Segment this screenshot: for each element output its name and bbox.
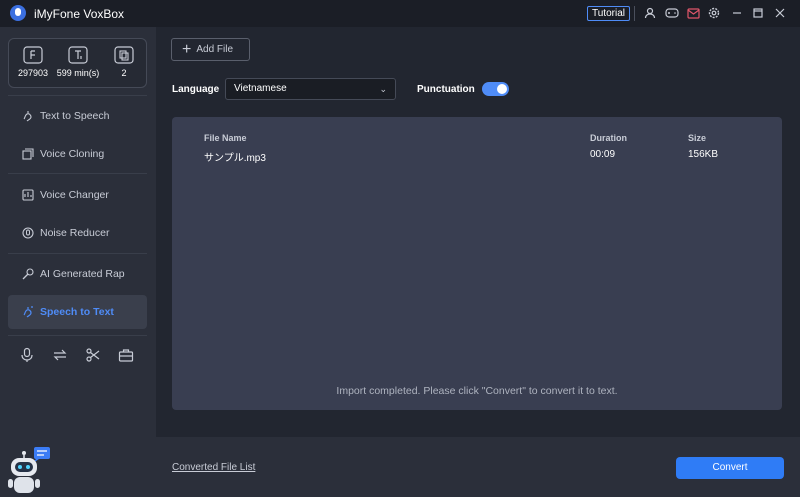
sidebar-divider [8, 253, 147, 254]
chevron-down-icon: ⌄ [379, 84, 387, 94]
text-to-speech-icon [23, 111, 32, 122]
close-icon[interactable] [772, 5, 788, 21]
file-size-cell: 156KB [688, 149, 719, 160]
punctuation-toggle[interactable] [482, 82, 509, 96]
stat-minutes: 599 min(s) [55, 46, 101, 78]
title-bar: iMyFone VoxBox Tutorial [0, 0, 800, 27]
ai-rap-icon [22, 268, 34, 280]
gamepad-icon[interactable] [664, 5, 680, 21]
stat-characters: 297903 [10, 46, 56, 78]
sidebar-item-noise-reducer[interactable]: Noise Reducer [8, 216, 147, 250]
converted-file-list-link[interactable]: Converted File List [172, 462, 255, 473]
file-duration-cell: 00:09 [590, 149, 616, 160]
language-select[interactable]: Vietnamese ⌄ [225, 78, 396, 100]
sidebar-item-label: Speech to Text [40, 306, 114, 318]
files-icon [114, 46, 134, 64]
app-title: iMyFone VoxBox [34, 7, 125, 21]
column-header-duration: Duration [590, 133, 627, 143]
speech-to-text-icon [23, 306, 33, 318]
punctuation-label: Punctuation [417, 84, 475, 95]
column-header-size: Size [688, 133, 707, 143]
mail-icon[interactable] [685, 5, 701, 21]
sidebar-item-voice-cloning[interactable]: Voice Cloning [8, 137, 147, 171]
sidebar-item-label: Text to Speech [40, 110, 110, 122]
user-icon[interactable] [642, 5, 658, 21]
usage-stats: 297903 599 min(s) 2 [8, 38, 147, 88]
sidebar-item-speech-to-text[interactable]: Speech to Text [8, 295, 147, 329]
tutorial-button[interactable]: Tutorial [587, 6, 630, 21]
sidebar: 297903 599 min(s) 2 Text to Speech Voice… [0, 27, 156, 497]
add-file-button[interactable]: + Add File [171, 38, 250, 61]
stat-minutes-value: 599 min(s) [56, 68, 100, 78]
noise-reducer-icon [22, 227, 34, 239]
assistant-robot-icon[interactable] [6, 445, 52, 497]
sidebar-item-label: Noise Reducer [40, 227, 110, 239]
status-message: Import completed. Please click "Convert"… [336, 385, 618, 397]
stat-files-value: 2 [121, 68, 127, 78]
sidebar-item-ai-generated-rap[interactable]: AI Generated Rap [8, 257, 147, 291]
stat-files: 2 [101, 46, 147, 78]
sidebar-item-label: Voice Cloning [40, 148, 105, 160]
maximize-icon[interactable] [750, 5, 766, 21]
plus-icon: + [182, 40, 192, 58]
characters-icon [23, 46, 43, 64]
sidebar-item-voice-changer[interactable]: Voice Changer [8, 178, 147, 212]
convert-button[interactable]: Convert [676, 457, 784, 479]
file-name-cell[interactable]: サンプル.mp3 [204, 149, 266, 164]
convert-icon[interactable] [52, 347, 68, 363]
language-value: Vietnamese [234, 83, 287, 94]
stat-characters-value: 297903 [17, 68, 49, 78]
add-file-label: Add File [196, 44, 234, 55]
app-logo-icon [10, 5, 26, 21]
sidebar-divider [8, 335, 147, 336]
sidebar-item-text-to-speech[interactable]: Text to Speech [8, 99, 147, 133]
microphone-icon[interactable] [19, 347, 35, 363]
minimize-icon[interactable] [729, 5, 745, 21]
file-list-panel: File Name Duration Size サンプル.mp3 00:09 1… [172, 117, 782, 410]
sidebar-divider [8, 173, 147, 174]
settings-icon[interactable] [706, 5, 722, 21]
language-label: Language [172, 84, 220, 95]
footer-bar: Converted File List Convert [156, 437, 800, 497]
voice-cloning-icon [22, 148, 34, 160]
titlebar-divider [634, 6, 635, 21]
scissors-icon[interactable] [85, 347, 101, 363]
sidebar-item-label: AI Generated Rap [40, 268, 125, 280]
voice-changer-icon [22, 189, 34, 201]
sidebar-divider [8, 95, 147, 96]
column-header-file-name: File Name [204, 133, 247, 143]
toolbox-icon[interactable] [118, 347, 134, 363]
toggle-knob [497, 84, 507, 94]
sidebar-item-label: Voice Changer [40, 189, 109, 201]
minutes-icon [68, 46, 88, 64]
